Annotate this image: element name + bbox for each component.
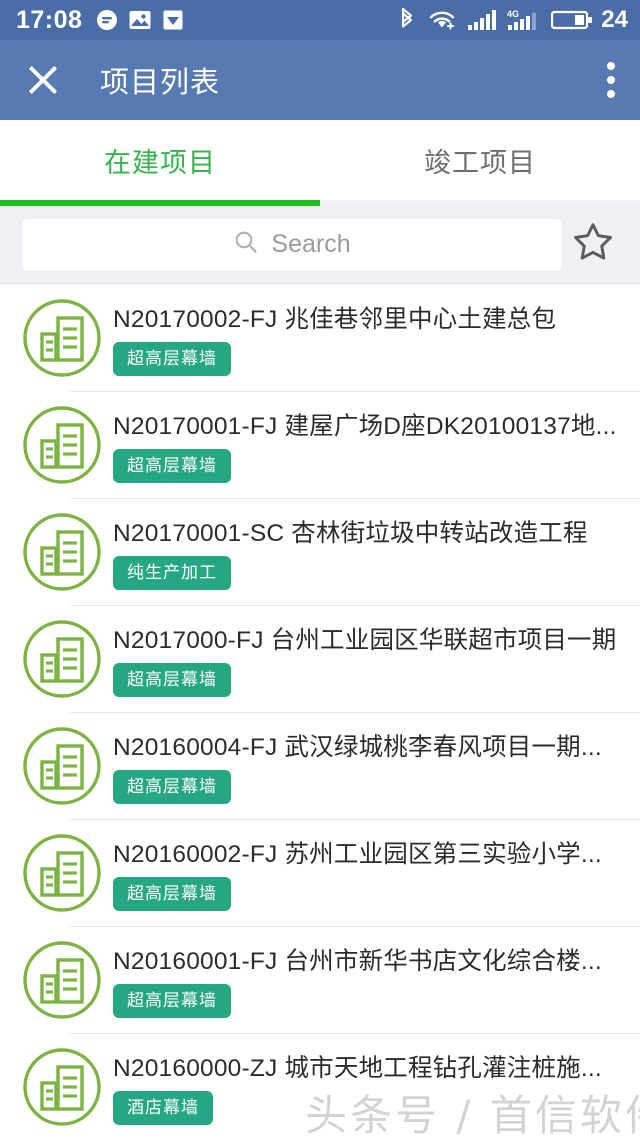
svg-text:4G: 4G (507, 9, 519, 19)
search-placeholder: Search (271, 230, 351, 258)
list-item-body: N20160004-FJ 武汉绿城桃李春风项目一期... 超高层幕墙 (108, 728, 602, 804)
list-item[interactable]: N20170002-FJ 兆佳巷邻里中心土建总包 超高层幕墙 (0, 284, 640, 391)
building-icon (16, 1045, 108, 1129)
search-input[interactable]: Search (22, 218, 562, 271)
status-badge: 超高层幕墙 (113, 448, 231, 483)
list-item-body: N2017000-FJ 台州工业园区华联超市项目一期 超高层幕墙 (108, 621, 616, 697)
list-item-title: N20160004-FJ 武汉绿城桃李春风项目一期... (113, 733, 602, 761)
list-item[interactable]: N20160002-FJ 苏州工业园区第三实验小学... 超高层幕墙 (0, 819, 640, 926)
building-icon (16, 938, 108, 1022)
tab-active-indicator (0, 200, 320, 206)
favorite-button[interactable] (562, 220, 624, 269)
list-item-body: N20160002-FJ 苏州工业园区第三实验小学... 超高层幕墙 (108, 835, 602, 911)
list-item-title: N20160001-FJ 台州市新华书店文化综合楼... (113, 947, 602, 975)
search-bar: Search (0, 206, 640, 284)
list-item-title: N2017000-FJ 台州工业园区华联超市项目一期 (113, 626, 617, 654)
status-time: 17:08 (16, 5, 83, 34)
message-icon (95, 8, 119, 32)
building-icon (16, 296, 108, 380)
battery-level: 24 (601, 6, 628, 33)
project-list: N20170002-FJ 兆佳巷邻里中心土建总包 超高层幕墙 N20170001… (0, 284, 640, 1138)
status-badge: 纯生产加工 (113, 555, 231, 590)
app-bar: 项目列表 (0, 40, 640, 120)
list-item[interactable]: N20160004-FJ 武汉绿城桃李春风项目一期... 超高层幕墙 (0, 712, 640, 819)
status-system-icons: 4G 24 (397, 7, 628, 33)
app-screen: 17:08 4G 24 项目列表 在建项目 竣工项目 Search N20170… (0, 0, 640, 1138)
overflow-menu-icon[interactable] (606, 62, 616, 98)
list-item-body: N20170001-SC 杏林街垃圾中转站改造工程 纯生产加工 (108, 514, 588, 590)
building-icon (16, 403, 108, 487)
close-icon[interactable] (26, 63, 60, 97)
battery-icon (551, 9, 593, 31)
tab-completed-label: 竣工项目 (424, 147, 536, 178)
tab-in-progress-label: 在建项目 (104, 147, 216, 178)
list-item[interactable]: N2017000-FJ 台州工业园区华联超市项目一期 超高层幕墙 (0, 605, 640, 712)
status-notification-icons (95, 8, 185, 32)
status-badge: 超高层幕墙 (113, 983, 231, 1018)
list-item[interactable]: N20160001-FJ 台州市新华书店文化综合楼... 超高层幕墙 (0, 926, 640, 1033)
status-bar: 17:08 4G 24 (0, 0, 640, 40)
list-item[interactable]: N20170001-FJ 建屋广场D座DK20100137地... 超高层幕墙 (0, 391, 640, 498)
search-icon (233, 229, 259, 260)
list-item-body: N20160001-FJ 台州市新华书店文化综合楼... 超高层幕墙 (108, 942, 602, 1018)
tab-in-progress[interactable]: 在建项目 (0, 120, 320, 200)
building-icon (16, 724, 108, 808)
list-item[interactable]: N20170001-SC 杏林街垃圾中转站改造工程 纯生产加工 (0, 498, 640, 605)
signal-4g-icon: 4G (507, 8, 541, 32)
list-item-title: N20160002-FJ 苏州工业园区第三实验小学... (113, 840, 602, 868)
list-item[interactable]: N20160000-ZJ 城市天地工程钻孔灌注桩施... 酒店幕墙 (0, 1033, 640, 1138)
page-title: 项目列表 (100, 67, 221, 99)
signal-icon (467, 8, 497, 32)
tab-inactive-indicator (320, 200, 640, 206)
building-icon (16, 831, 108, 915)
status-badge: 超高层幕墙 (113, 341, 231, 376)
star-icon (571, 220, 615, 269)
wifi-icon (427, 8, 457, 32)
list-item-title: N20170001-FJ 建屋广场D座DK20100137地... (113, 412, 617, 440)
status-badge: 超高层幕墙 (113, 769, 231, 804)
list-item-title: N20160000-ZJ 城市天地工程钻孔灌注桩施... (113, 1054, 602, 1082)
download-icon (161, 8, 185, 32)
bluetooth-icon (397, 7, 417, 33)
photo-icon (128, 8, 152, 32)
status-badge: 超高层幕墙 (113, 662, 231, 697)
tab-indicator-track (0, 200, 640, 206)
tab-bar: 在建项目 竣工项目 (0, 120, 640, 200)
list-item-body: N20160000-ZJ 城市天地工程钻孔灌注桩施... 酒店幕墙 (108, 1049, 602, 1125)
building-icon (16, 510, 108, 594)
tab-completed[interactable]: 竣工项目 (320, 120, 640, 200)
status-badge: 酒店幕墙 (113, 1090, 213, 1125)
status-badge: 超高层幕墙 (113, 876, 231, 911)
building-icon (16, 617, 108, 701)
list-item-title: N20170001-SC 杏林街垃圾中转站改造工程 (113, 519, 588, 547)
list-item-title: N20170002-FJ 兆佳巷邻里中心土建总包 (113, 305, 557, 333)
list-item-body: N20170001-FJ 建屋广场D座DK20100137地... 超高层幕墙 (108, 407, 617, 483)
list-item-body: N20170002-FJ 兆佳巷邻里中心土建总包 超高层幕墙 (108, 300, 556, 376)
